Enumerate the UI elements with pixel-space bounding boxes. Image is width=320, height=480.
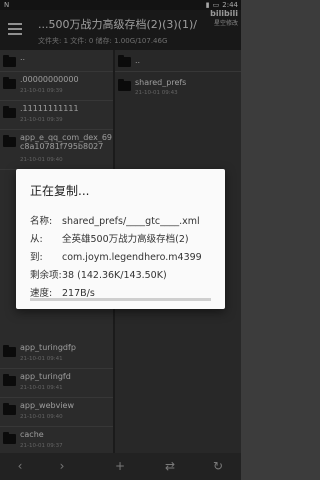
copy-progress-bar bbox=[30, 298, 211, 301]
from-label: 从: bbox=[30, 234, 43, 245]
progress-fill bbox=[30, 298, 210, 301]
speed-label: 速度: bbox=[30, 288, 53, 299]
to-value: com.joym.legendhero.m4399 bbox=[62, 252, 202, 263]
name-row: 名称: shared_prefs/____gtc____.xml bbox=[30, 213, 225, 227]
remaining-row: 剩余项:38 (142.36K/143.50K) bbox=[30, 267, 225, 281]
copy-progress-dialog: 正在复制... 名称: shared_prefs/____gtc____.xml … bbox=[16, 169, 225, 309]
remaining-value: 38 (142.36K/143.50K) bbox=[62, 270, 167, 281]
from-value: 全英雄500万战力高级存档(2) bbox=[62, 234, 189, 245]
to-row: 到: com.joym.legendhero.m4399 bbox=[30, 249, 225, 263]
name-label: 名称: bbox=[30, 216, 53, 227]
remaining-label: 剩余项: bbox=[30, 270, 62, 281]
speed-row: 速度: 217B/s bbox=[30, 285, 225, 299]
dialog-title: 正在复制... bbox=[30, 184, 90, 198]
name-value: shared_prefs/____gtc____.xml bbox=[62, 216, 200, 227]
from-row: 从: 全英雄500万战力高级存档(2) bbox=[30, 231, 225, 245]
to-label: 到: bbox=[30, 252, 43, 263]
